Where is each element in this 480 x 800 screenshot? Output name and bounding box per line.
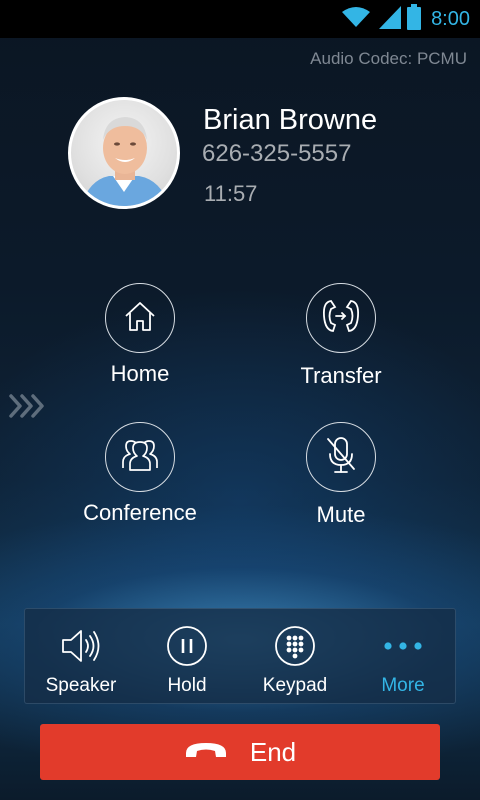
mute-label: Mute (316, 502, 366, 527)
home-label: Home (110, 361, 170, 386)
mic-off-icon (324, 435, 358, 480)
speaker-label: Speaker (45, 675, 117, 696)
battery-icon (407, 3, 422, 35)
contact-avatar (68, 97, 180, 209)
transfer-icon (319, 298, 363, 339)
hangup-icon (184, 740, 228, 765)
home-button-ring (105, 283, 175, 353)
conference-icon (117, 438, 163, 477)
conference-button-ring (105, 422, 175, 492)
contact-number: 626-325-5557 (202, 140, 352, 167)
contact-name: Brian Browne (203, 104, 378, 136)
home-button[interactable]: Home (52, 283, 232, 393)
transfer-button-ring (306, 283, 376, 353)
keypad-label: Keypad (262, 675, 328, 696)
speaker-icon (27, 625, 135, 667)
status-icons: 8:00 (341, 3, 470, 35)
transfer-label: Transfer (300, 363, 382, 388)
end-call-button[interactable]: End (40, 724, 440, 780)
speaker-button[interactable]: Speaker (27, 609, 135, 705)
more-dots-icon (349, 625, 457, 667)
keypad-button[interactable]: Keypad (241, 609, 349, 705)
home-icon (121, 297, 159, 340)
more-label: More (381, 675, 425, 696)
status-time: 8:00 (431, 7, 470, 30)
transfer-button[interactable]: Transfer (253, 283, 433, 393)
call-screen: 8:00 Audio Codec: PCMU Brian Browne 626-… (0, 0, 480, 800)
conference-label: Conference (83, 500, 197, 525)
mute-button-ring (306, 422, 376, 492)
more-button[interactable]: More (349, 609, 457, 705)
swipe-chevrons-icon[interactable] (8, 392, 48, 425)
mute-button[interactable]: Mute (253, 422, 433, 532)
signal-icon (377, 5, 402, 34)
wifi-icon (341, 6, 371, 33)
hold-button[interactable]: Hold (133, 609, 241, 705)
call-duration: 11:57 (204, 181, 258, 206)
pause-icon (133, 625, 241, 667)
hold-label: Hold (167, 675, 207, 696)
conference-button[interactable]: Conference (52, 422, 232, 532)
audio-codec-label: Audio Codec: PCMU (310, 49, 467, 68)
keypad-icon (241, 625, 349, 667)
call-controls-bar: Speaker Hold Keypad More (24, 608, 456, 704)
end-call-label: End (249, 736, 297, 767)
status-bar: 8:00 (0, 0, 480, 38)
